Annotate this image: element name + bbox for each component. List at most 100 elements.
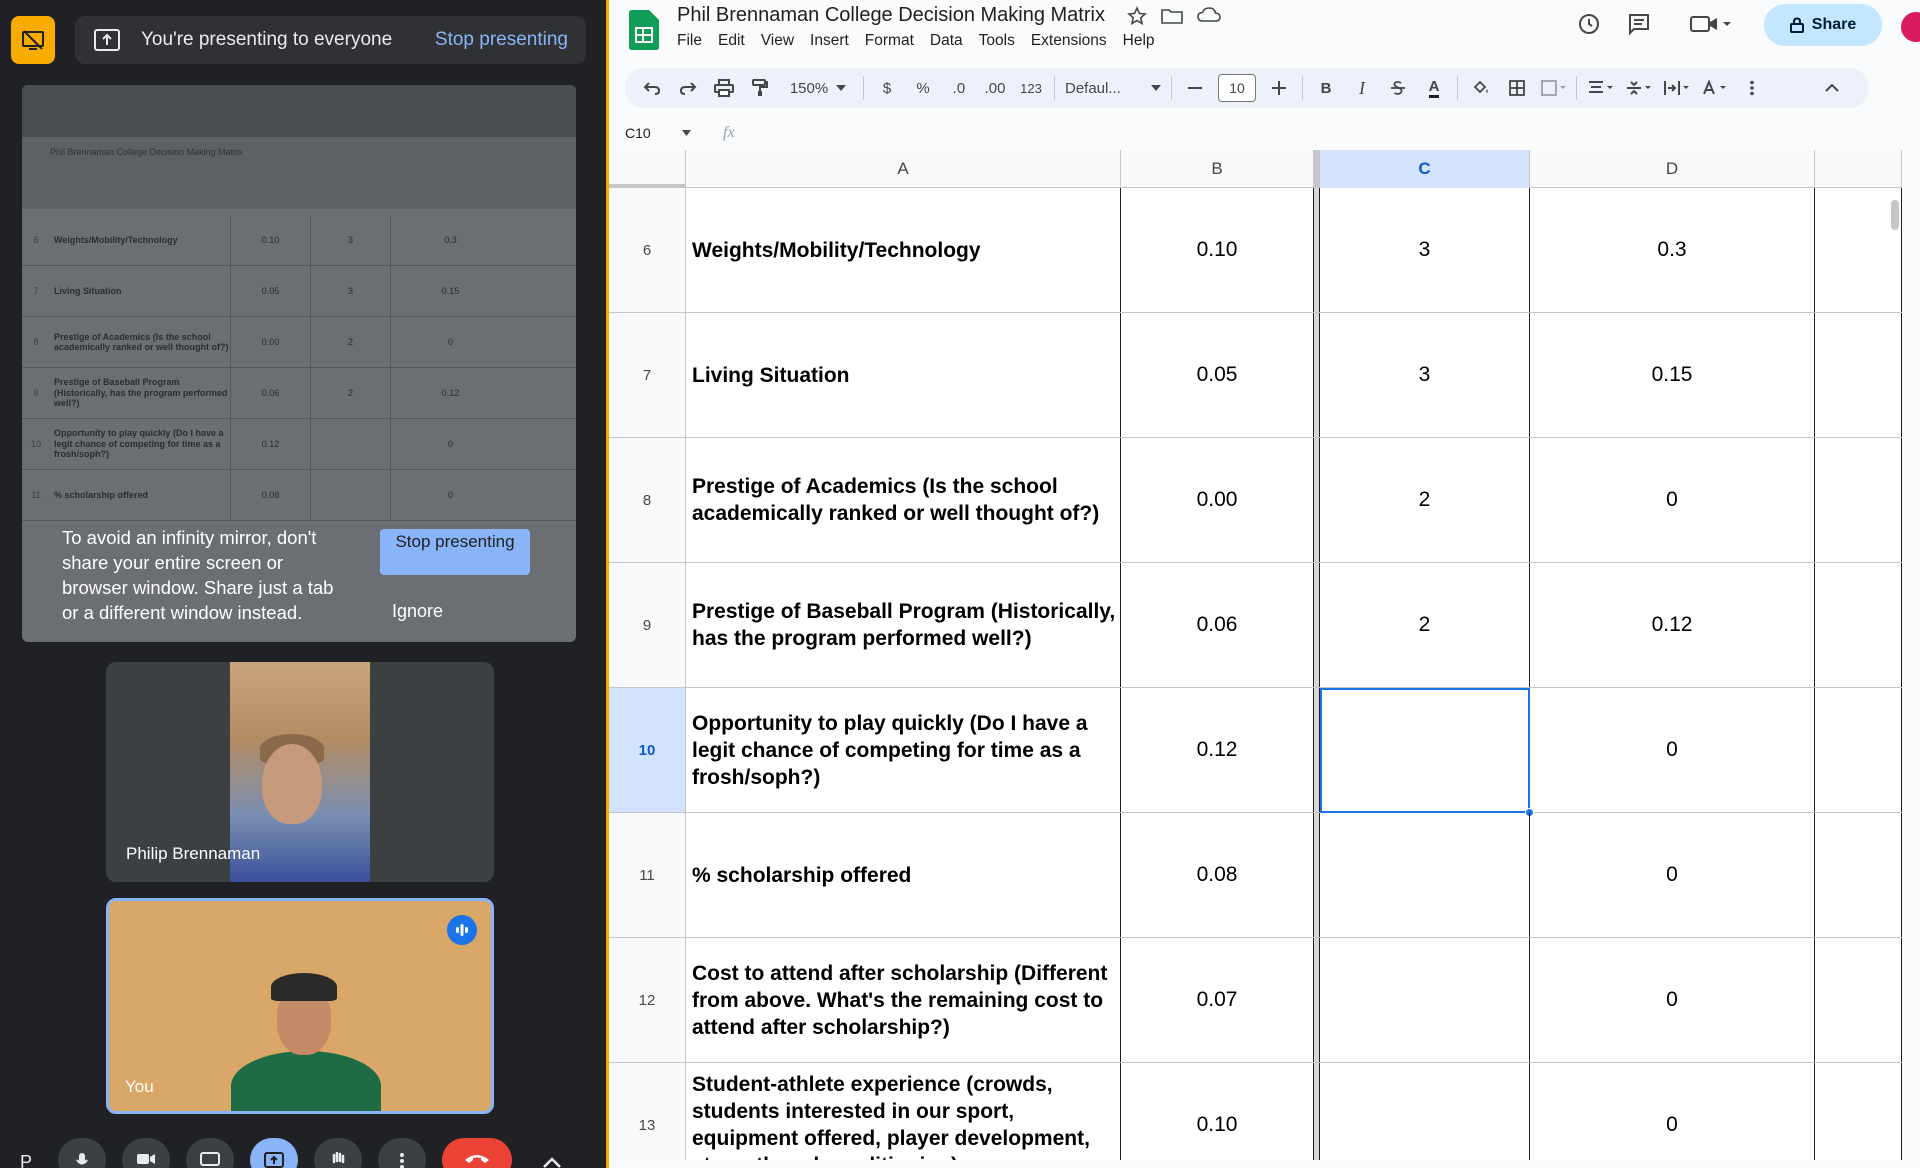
increase-decimal-button[interactable]: .00 [982,73,1008,103]
cell-weighted-score[interactable]: 0 [1530,813,1815,937]
font-size-input[interactable]: 10 [1218,74,1256,102]
cell-empty[interactable] [1815,938,1902,1062]
stop-share-icon-button[interactable] [11,16,55,64]
sheets-logo-icon[interactable] [629,10,659,50]
bold-button[interactable]: B [1313,73,1339,103]
decrease-decimal-button[interactable]: .0 [946,73,972,103]
increase-font-size-icon[interactable] [1266,73,1292,103]
undo-icon[interactable] [639,73,665,103]
captions-button[interactable] [186,1138,234,1168]
menu-format[interactable]: Format [865,32,914,50]
chevron-up-icon[interactable] [542,1156,562,1168]
cell-criterion[interactable]: Cost to attend after scholarship (Differ… [686,938,1121,1062]
cell-criterion[interactable]: Living Situation [686,313,1121,437]
menu-extensions[interactable]: Extensions [1031,32,1107,50]
column-header-c[interactable]: C [1320,150,1530,188]
horizontal-align-icon[interactable] [1587,73,1615,103]
cell-weight[interactable]: 0.00 [1121,438,1314,562]
more-options-button[interactable] [378,1138,426,1168]
cell-empty[interactable] [1815,438,1902,562]
menu-data[interactable]: Data [930,32,963,50]
row-header[interactable]: 10 [609,688,686,812]
row-header[interactable]: 6 [609,188,686,312]
cell-weight[interactable]: 0.07 [1121,938,1314,1062]
cell-score[interactable]: 3 [1320,313,1530,437]
cell-score[interactable]: 2 [1320,563,1530,687]
collapse-toolbar-icon[interactable] [1819,73,1845,103]
participant-tile-philip[interactable]: Philip Brennaman [106,662,494,882]
cell-criterion[interactable]: Student-athlete experience (crowds, stud… [686,1063,1121,1160]
avatar[interactable] [1901,12,1920,42]
cell-weighted-score[interactable]: 0.3 [1530,188,1815,312]
text-rotation-icon[interactable] [1701,73,1729,103]
stop-presenting-button[interactable]: Stop presenting [380,529,530,575]
cell-weight[interactable]: 0.10 [1121,1063,1314,1160]
move-folder-icon[interactable] [1161,6,1183,31]
present-button[interactable] [250,1138,298,1168]
document-title[interactable]: Phil Brennaman College Decision Making M… [677,4,1105,27]
stop-presenting-link[interactable]: Stop presenting [435,29,568,51]
font-select[interactable]: Defaul... [1065,73,1161,103]
name-box[interactable]: C10 [609,125,703,141]
strikethrough-icon[interactable] [1385,73,1411,103]
row-header[interactable]: 9 [609,563,686,687]
more-formats-button[interactable]: 123 [1018,73,1044,103]
menu-edit[interactable]: Edit [718,32,745,50]
cell-score[interactable] [1320,938,1530,1062]
cell-empty[interactable] [1815,688,1902,812]
vertical-scrollbar[interactable] [1891,200,1899,230]
zoom-select[interactable]: 150% [783,73,853,103]
cell-criterion[interactable]: Prestige of Academics (Is the school aca… [686,438,1121,562]
select-all-corner[interactable] [609,150,686,188]
column-header-e[interactable] [1815,150,1902,188]
cell-criterion[interactable]: Opportunity to play quickly (Do I have a… [686,688,1121,812]
cell-score[interactable]: 2 [1320,438,1530,562]
cell-score[interactable] [1320,813,1530,937]
menu-tools[interactable]: Tools [979,32,1015,50]
cell-weighted-score[interactable]: 0 [1530,438,1815,562]
raise-hand-button[interactable] [314,1138,362,1168]
share-button[interactable]: Share [1764,4,1882,46]
star-icon[interactable] [1127,6,1147,31]
row-header[interactable]: 11 [609,813,686,937]
cell-weighted-score[interactable]: 0 [1530,688,1815,812]
text-wrap-icon[interactable] [1663,73,1691,103]
cell-empty[interactable] [1815,1063,1902,1160]
cell-criterion[interactable]: Prestige of Baseball Program (Historical… [686,563,1121,687]
vertical-align-icon[interactable] [1625,73,1653,103]
cell-weighted-score[interactable]: 0 [1530,938,1815,1062]
row-header[interactable]: 12 [609,938,686,1062]
italic-button[interactable]: I [1349,73,1375,103]
menu-help[interactable]: Help [1123,32,1155,50]
cell-weighted-score[interactable]: 0.12 [1530,563,1815,687]
row-header[interactable]: 8 [609,438,686,562]
cell-weight[interactable]: 0.12 [1121,688,1314,812]
redo-icon[interactable] [675,73,701,103]
cell-criterion[interactable]: Weights/Mobility/Technology [686,188,1121,312]
column-header-b[interactable]: B [1121,150,1314,188]
percent-format-button[interactable]: % [910,73,936,103]
row-header[interactable]: 13 [609,1063,686,1160]
cloud-saved-icon[interactable] [1197,6,1221,29]
currency-format-button[interactable]: $ [874,73,900,103]
menu-insert[interactable]: Insert [810,32,849,50]
menu-file[interactable]: File [677,32,702,50]
ignore-button[interactable]: Ignore [392,601,443,622]
cell-empty[interactable] [1815,313,1902,437]
meet-video-icon[interactable] [1689,12,1733,41]
cell-criterion[interactable]: % scholarship offered [686,813,1121,937]
version-history-icon[interactable] [1577,12,1601,41]
cell-empty[interactable] [1815,563,1902,687]
camera-button[interactable] [122,1138,170,1168]
merge-cells-icon[interactable] [1540,73,1566,103]
cell-weighted-score[interactable]: 0.15 [1530,313,1815,437]
comments-icon[interactable] [1627,12,1651,41]
paint-format-icon[interactable] [747,73,773,103]
cell-weight[interactable]: 0.08 [1121,813,1314,937]
cell-score[interactable]: 3 [1320,188,1530,312]
borders-icon[interactable] [1504,73,1530,103]
mic-button[interactable] [58,1138,106,1168]
decrease-font-size-icon[interactable] [1182,73,1208,103]
fill-color-icon[interactable] [1468,73,1494,103]
text-color-button[interactable]: A [1421,73,1447,103]
